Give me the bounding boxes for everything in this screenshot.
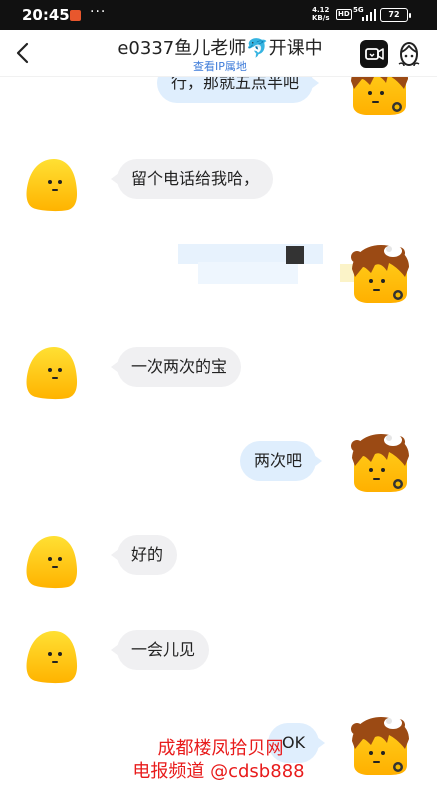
message-bubble-outgoing[interactable]: 行，那就五点半吧: [157, 77, 320, 103]
app-notification-icon: [70, 10, 81, 21]
message-bubble-outgoing[interactable]: 两次吧: [240, 441, 323, 481]
message-bubble-incoming[interactable]: 好的: [110, 535, 178, 575]
back-button[interactable]: [8, 38, 38, 68]
signal-icon: [362, 9, 376, 21]
my-avatar[interactable]: [349, 243, 411, 305]
hd-badge: HD: [336, 9, 352, 20]
profile-icon: [398, 41, 420, 67]
more-notifications-icon: ···: [90, 4, 107, 20]
profile-button[interactable]: [396, 40, 422, 68]
video-call-icon: [365, 48, 384, 60]
message-list[interactable]: 行，那就五点半吧 留个电话给我哈， 一次两次的宝 两次吧 好的 一会儿见 OK: [0, 77, 437, 787]
watermark-line-2: 电报频道 @cdsb888: [132, 761, 305, 782]
contact-avatar[interactable]: [22, 627, 84, 689]
network-speed-value: 4.12: [312, 6, 330, 14]
my-avatar[interactable]: [349, 432, 411, 494]
redacted-message: [178, 244, 354, 284]
watermark-line-1: 成都楼凤拾贝网: [157, 738, 284, 759]
video-call-button[interactable]: [360, 40, 388, 68]
chevron-left-icon: [16, 42, 29, 64]
chat-title: e0337鱼儿老师🐬开课中: [117, 38, 323, 59]
chat-header: e0337鱼儿老师🐬开课中 查看IP属地: [0, 30, 437, 77]
contact-avatar[interactable]: [22, 155, 84, 217]
message-bubble-incoming[interactable]: 留个电话给我哈，: [110, 159, 274, 199]
my-avatar[interactable]: [348, 77, 410, 117]
network-speed-unit: KB/s: [312, 14, 330, 22]
message-bubble-incoming[interactable]: 一会儿见: [110, 630, 210, 670]
contact-avatar[interactable]: [22, 532, 84, 594]
contact-avatar[interactable]: [22, 343, 84, 405]
network-speed: 4.12 KB/s: [312, 6, 329, 22]
watermark: 成都楼凤拾贝网 电报频道 @cdsb888: [0, 738, 437, 784]
status-bar: 20:45 ··· 4.12 KB/s HD 5G 72: [0, 0, 437, 30]
message-bubble-incoming[interactable]: 一次两次的宝: [110, 347, 242, 387]
view-ip-location-link[interactable]: 查看IP属地: [60, 58, 380, 74]
status-time: 20:45: [22, 6, 70, 24]
battery-icon: 72: [380, 8, 411, 22]
